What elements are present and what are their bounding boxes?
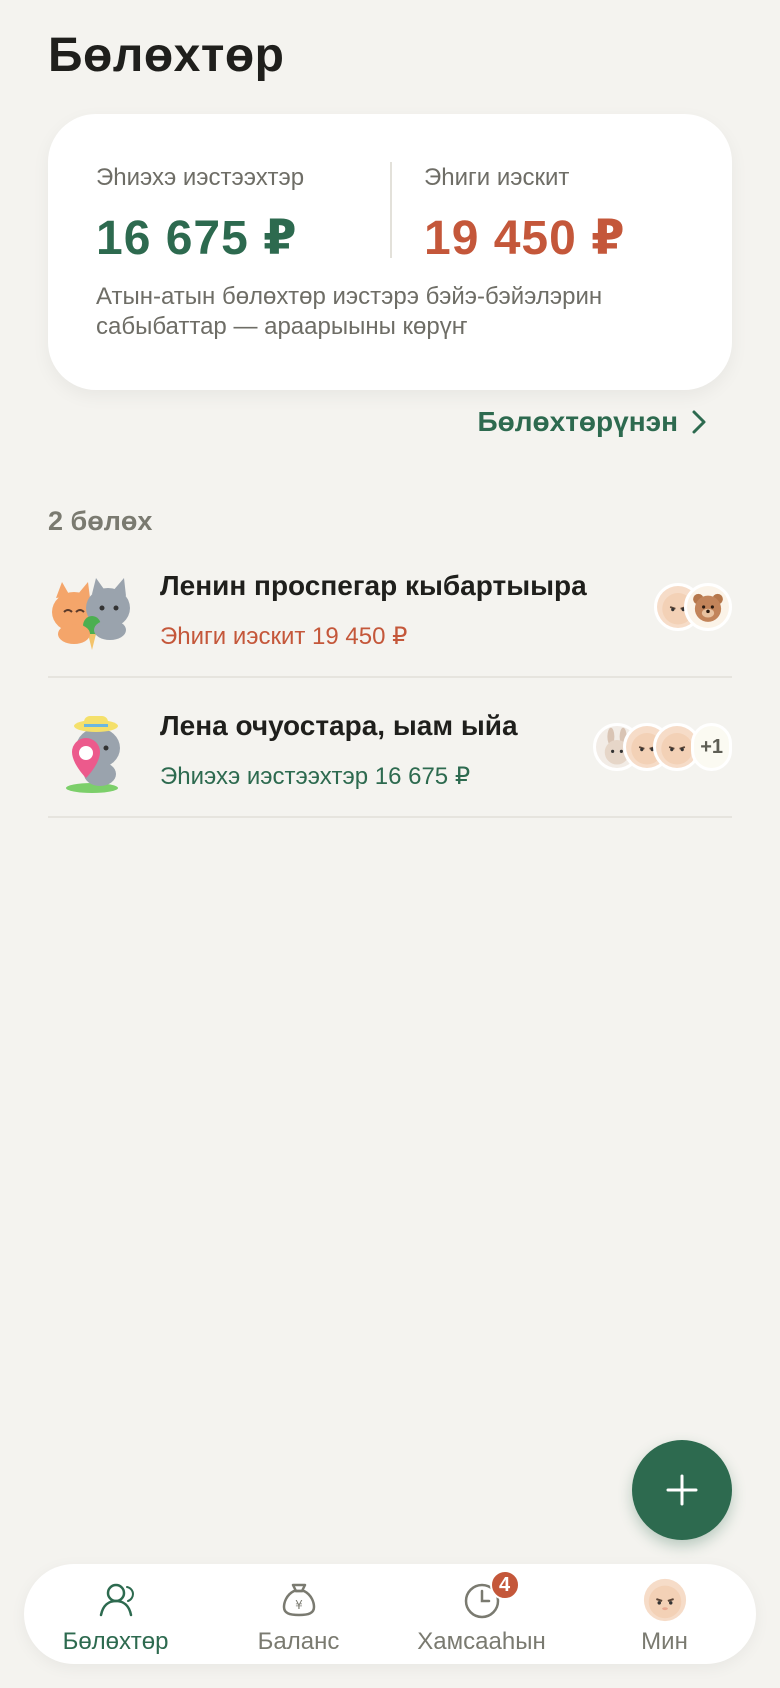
group-name: Ленин проспегар кыбартыыра xyxy=(160,570,587,601)
tab-label: Бөлөхтөр xyxy=(62,1628,169,1655)
group-name: Лена очуостара, ыам ыйа xyxy=(160,710,518,741)
owed-to-you-label: Эһиэхэ иэстээхтэр xyxy=(96,164,305,191)
notification-badge: 4 xyxy=(489,1570,520,1600)
bear-avatar-icon xyxy=(684,583,732,631)
you-owe-amount: 19 450 ₽ xyxy=(424,212,626,265)
group-members: +1 xyxy=(593,722,732,772)
chevron-right-icon xyxy=(692,410,706,434)
add-button[interactable] xyxy=(632,1440,732,1540)
tab-groups[interactable]: Бөлөхтөр xyxy=(31,1564,201,1664)
balance-summary-card: Эһиэхэ иэстээхтэр 16 675 ₽ Эһиги иэскит … xyxy=(48,114,732,390)
groups-screen: Бөлөхтөр Эһиэхэ иэстээхтэр 16 675 ₽ Эһиг… xyxy=(0,0,780,1688)
summary-note: Атын-атын бөлөхтөр иэстэрэ бэйэ-бэйэлэри… xyxy=(96,283,603,340)
group-balance-status: Эһиэхэ иэстээхтэр 16 675 ₽ xyxy=(160,763,471,790)
tab-profile[interactable]: Мин xyxy=(580,1564,750,1664)
you-owe-block: Эһиги иэскит 19 450 ₽ xyxy=(424,164,626,266)
group-row[interactable]: Лена очуостара, ыам ыйа Эһиэхэ иэстээхтэ… xyxy=(48,678,732,818)
you-owe-label: Эһиги иэскит xyxy=(424,164,570,191)
group-balance-status: Эһиги иэскит 19 450 ₽ xyxy=(160,623,408,650)
tab-label: Баланс xyxy=(257,1628,340,1655)
people-icon xyxy=(92,1576,140,1624)
tab-label: Мин xyxy=(641,1628,688,1655)
more-members-count: +1 xyxy=(691,723,732,771)
summary-divider xyxy=(390,162,392,258)
tab-label: Хамсааһын xyxy=(417,1628,546,1655)
balances-by-group-link[interactable]: Бөлөхтөрүнэн xyxy=(478,406,708,438)
svg-text:¥: ¥ xyxy=(295,1598,303,1612)
group-count: 2 бөлөх xyxy=(48,506,153,536)
owed-to-you-amount: 16 675 ₽ xyxy=(96,212,298,265)
profile-avatar-icon xyxy=(641,1576,689,1624)
money-bag-icon: ¥ xyxy=(275,1576,323,1624)
cat-with-location-pin-sticker-icon xyxy=(66,716,120,793)
clock-icon: 4 xyxy=(458,1570,520,1624)
bottom-tab-bar: Бөлөхтөр ¥ Баланс 4 Хамсааһын Мин xyxy=(24,1564,756,1664)
owed-to-you-block: Эһиэхэ иэстээхтэр 16 675 ₽ xyxy=(96,164,304,266)
balances-link-label: Бөлөхтөрүнэн xyxy=(477,406,678,437)
group-row[interactable]: Ленин проспегар кыбартыыра Эһиги иэскит … xyxy=(48,538,732,678)
group-members xyxy=(654,582,732,632)
tab-balance[interactable]: ¥ Баланс xyxy=(214,1564,384,1664)
page-title: Бөлөхтөр xyxy=(48,29,285,82)
tab-activity[interactable]: 4 Хамсааһын xyxy=(397,1564,567,1664)
cats-hugging-sticker-icon xyxy=(52,578,130,650)
plus-icon xyxy=(666,1474,698,1506)
